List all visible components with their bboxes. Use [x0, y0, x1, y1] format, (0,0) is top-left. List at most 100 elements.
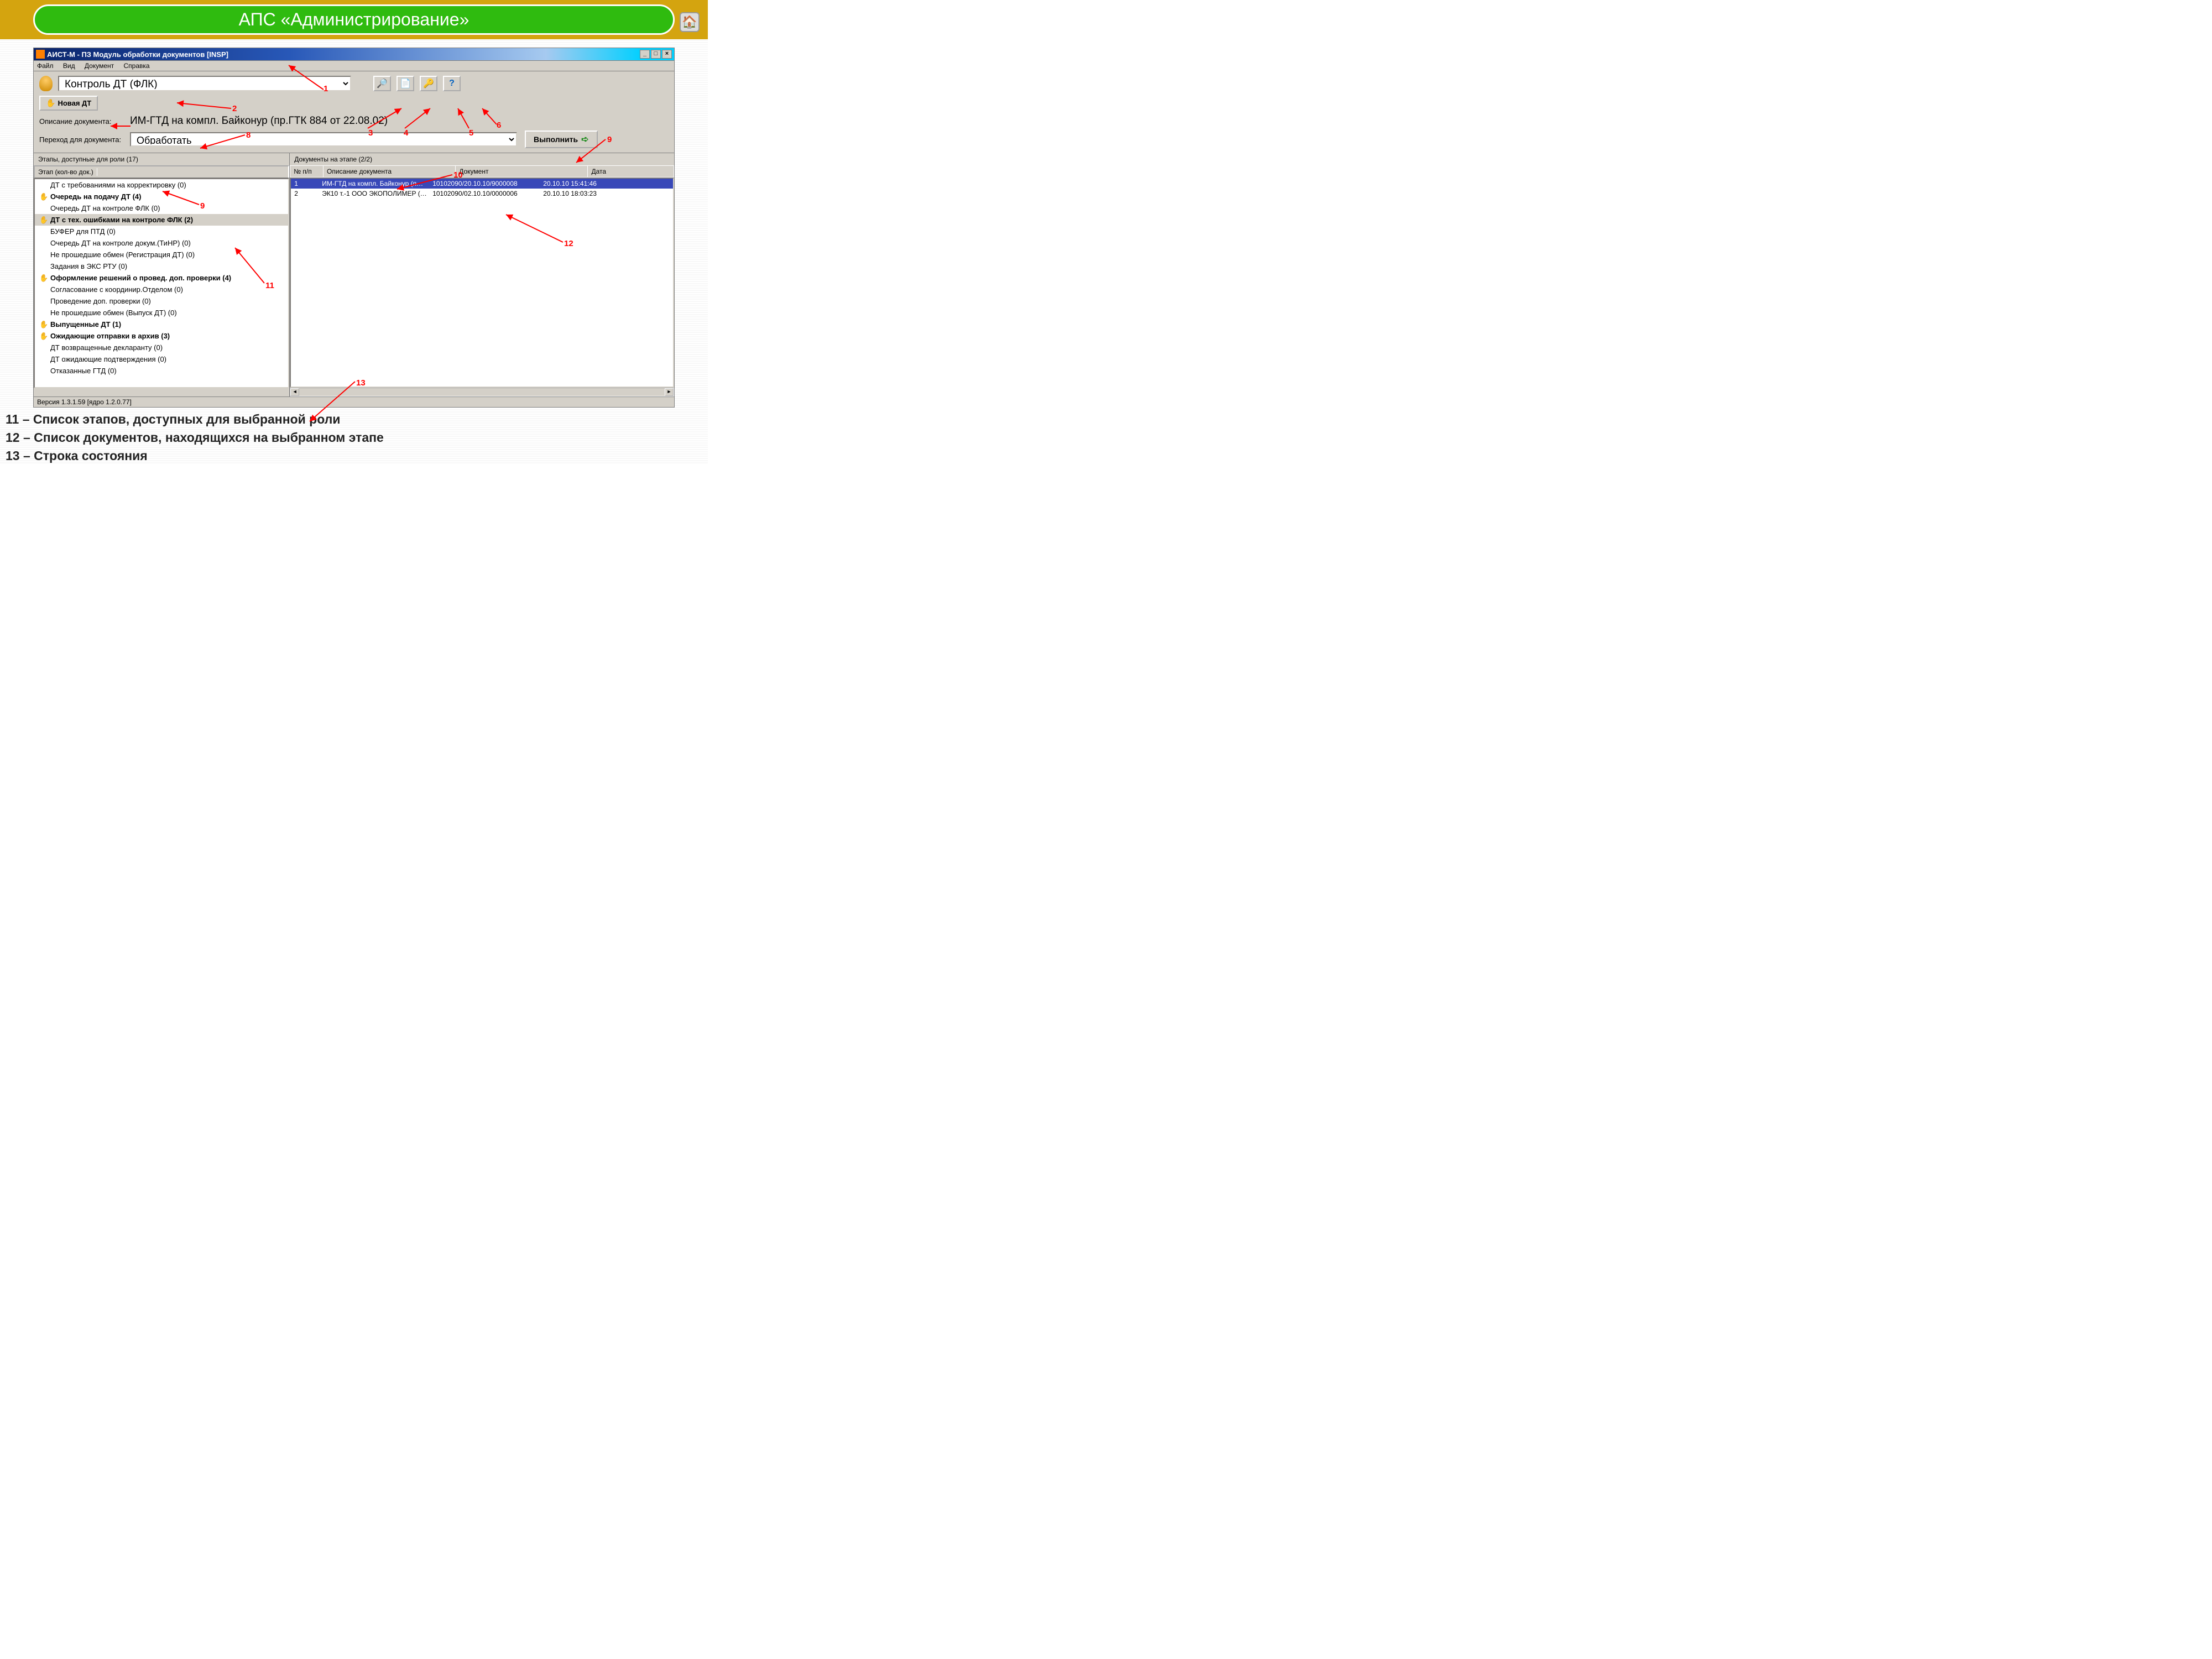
stage-label: БУФЕР для ПТД (0)	[50, 227, 116, 236]
stage-label: Очередь ДТ на контроле ФЛК (0)	[50, 204, 160, 212]
minimize-button[interactable]: _	[640, 50, 650, 59]
table-cell: ЭК10 т.-1 ООО ЭКОПОЛИМЕР (…	[319, 189, 429, 199]
stages-column-header: Этап (кол-во док.)	[34, 165, 289, 178]
app-window: АИСТ-М - ПЗ Модуль обработки документов …	[33, 48, 675, 408]
table-cell: 10102090/20.10.10/9000008	[429, 179, 540, 189]
arrow-right-icon: ➪	[581, 134, 588, 145]
stage-item[interactable]: Не прошедшие обмен (Регистрация ДТ) (0)	[35, 249, 288, 260]
action-label: Переход для документа:	[39, 135, 122, 144]
documents-list[interactable]: 1ИМ-ГТД на компл. Байконур (п…10102090/2…	[290, 178, 674, 388]
stage-item[interactable]: ✋Очередь на подачу ДТ (4)	[35, 191, 288, 202]
stage-label: Не прошедшие обмен (Выпуск ДТ) (0)	[50, 309, 177, 317]
key-button[interactable]: 🔑	[420, 76, 437, 91]
col-document[interactable]: Документ	[456, 166, 588, 178]
stage-item[interactable]: ДТ с требованиями на корректировку (0)	[35, 179, 288, 191]
stages-list[interactable]: ДТ с требованиями на корректировку (0)✋О…	[34, 178, 289, 388]
find-button[interactable]: 🔎	[373, 76, 391, 91]
binoculars-icon: 🔎	[377, 78, 388, 89]
execute-button[interactable]: Выполнить ➪	[525, 131, 598, 148]
stage-item[interactable]: Очередь ДТ на контроле докум.(ТиНР) (0)	[35, 237, 288, 249]
stage-item[interactable]: ✋Оформление решений о провед. доп. прове…	[35, 272, 288, 284]
window-titlebar: АИСТ-М - ПЗ Модуль обработки документов …	[33, 48, 675, 61]
hand-icon: ✋	[39, 332, 48, 341]
home-button[interactable]: 🏠	[680, 12, 700, 32]
stage-label: Ожидающие отправки в архив (3)	[50, 332, 170, 340]
explanation-13: 13 – Строка состояния	[6, 448, 702, 463]
scroll-right-button[interactable]: ►	[665, 388, 674, 396]
menu-help[interactable]: Справка	[124, 62, 150, 70]
stage-item[interactable]: ДТ возвращенные декларанту (0)	[35, 342, 288, 353]
col-date[interactable]: Дата	[588, 166, 674, 178]
hand-icon: ✋	[39, 192, 48, 201]
explanation-12: 12 – Список документов, находящихся на в…	[6, 430, 702, 445]
stage-item[interactable]: ✋Ожидающие отправки в архив (3)	[35, 330, 288, 342]
table-cell: 2	[291, 189, 319, 199]
menu-view[interactable]: Вид	[63, 62, 75, 70]
stage-item[interactable]: Не прошедшие обмен (Выпуск ДТ) (0)	[35, 307, 288, 319]
window-title: АИСТ-М - ПЗ Модуль обработки документов …	[47, 50, 640, 59]
table-cell: ИМ-ГТД на компл. Байконур (п…	[319, 179, 429, 189]
stage-label: Согласование с координир.Отделом (0)	[50, 285, 183, 294]
stage-item[interactable]: Очередь ДТ на контроле ФЛК (0)	[35, 202, 288, 214]
stage-label: Проведение доп. проверки (0)	[50, 297, 151, 305]
hand-icon: ✋	[39, 320, 48, 329]
maximize-button[interactable]: □	[651, 50, 661, 59]
status-bar: Версия 1.3.1.59 [ядро 1.2.0.77]	[33, 397, 675, 408]
documents-panel: Документы на этапе (2/2) № п/п Описание …	[290, 153, 674, 397]
stage-item[interactable]: Задания в ЭКС РТУ (0)	[35, 260, 288, 272]
stage-label: ДТ с тех. ошибками на контроле ФЛК (2)	[50, 216, 193, 224]
stage-label: Задания в ЭКС РТУ (0)	[50, 262, 127, 270]
documents-header: № п/п Описание документа Документ Дата	[290, 165, 674, 178]
help-button[interactable]: ?	[443, 76, 461, 91]
stage-item[interactable]: ДТ ожидающие подтверждения (0)	[35, 353, 288, 365]
stage-item[interactable]: ✋Выпущенные ДТ (1)	[35, 319, 288, 330]
horizontal-scrollbar[interactable]: ◄ ►	[290, 388, 674, 397]
stage-label: ДТ возвращенные декларанту (0)	[50, 343, 163, 352]
app-icon	[36, 50, 45, 59]
document-icon: 📄	[400, 78, 411, 89]
stage-item[interactable]: Проведение доп. проверки (0)	[35, 295, 288, 307]
new-document-button[interactable]: ✋ Новая ДТ	[39, 96, 98, 111]
stage-label: Не прошедшие обмен (Регистрация ДТ) (0)	[50, 251, 195, 259]
stage-label: Отказанные ГТД (0)	[50, 367, 117, 375]
hand-icon: ✋	[46, 98, 55, 108]
stages-panel-title: Этапы, доступные для роли (17)	[34, 153, 289, 165]
menu-bar: Файл Вид Документ Справка	[33, 61, 675, 71]
stage-item[interactable]: БУФЕР для ПТД (0)	[35, 226, 288, 237]
stage-label: ДТ ожидающие подтверждения (0)	[50, 355, 166, 363]
table-cell: 1	[291, 179, 319, 189]
stage-label: ДТ с требованиями на корректировку (0)	[50, 181, 186, 189]
menu-file[interactable]: Файл	[37, 62, 54, 70]
stage-label: Выпущенные ДТ (1)	[50, 320, 121, 328]
slide-title: АПС «Администрирование»	[239, 9, 469, 29]
close-button[interactable]: ×	[662, 50, 672, 59]
scroll-left-button[interactable]: ◄	[290, 388, 299, 396]
table-row[interactable]: 1ИМ-ГТД на компл. Байконур (п…10102090/2…	[291, 179, 673, 189]
stage-item[interactable]: ✋ДТ с тех. ошибками на контроле ФЛК (2)	[35, 214, 288, 226]
stage-label: Очередь на подачу ДТ (4)	[50, 192, 141, 201]
user-icon	[39, 76, 53, 91]
table-cell: 20.10.10 15:41:46	[540, 179, 612, 189]
table-cell: 10102090/02.10.10/0000006	[429, 189, 540, 199]
col-description[interactable]: Описание документа	[323, 166, 455, 178]
explanation-11: 11 – Список этапов, доступных для выбран…	[6, 412, 702, 427]
stage-item[interactable]: Согласование с координир.Отделом (0)	[35, 284, 288, 295]
description-label: Описание документа:	[39, 117, 122, 126]
action-dropdown[interactable]: Обработать	[130, 132, 517, 147]
details-button[interactable]: 📄	[397, 76, 414, 91]
question-icon: ?	[449, 79, 455, 88]
hand-icon: ✋	[39, 216, 48, 225]
role-dropdown[interactable]: Контроль ДТ (ФЛК)	[58, 76, 351, 91]
menu-document[interactable]: Документ	[85, 62, 114, 70]
stage-item[interactable]: Отказанные ГТД (0)	[35, 365, 288, 377]
col-number[interactable]: № п/п	[290, 166, 324, 178]
key-icon: 🔑	[423, 78, 434, 89]
slide-title-banner: АПС «Администрирование»	[33, 4, 675, 35]
table-cell: 20.10.10 18:03:23	[540, 189, 612, 199]
description-value: ИМ-ГТД на компл. Байконур (пр.ГТК 884 от…	[130, 115, 388, 127]
hand-icon: ✋	[39, 274, 48, 283]
table-row[interactable]: 2ЭК10 т.-1 ООО ЭКОПОЛИМЕР (…10102090/02.…	[291, 189, 673, 199]
stages-panel: Этапы, доступные для роли (17) Этап (кол…	[34, 153, 290, 397]
stage-label: Очередь ДТ на контроле докум.(ТиНР) (0)	[50, 239, 191, 247]
toolbar: Контроль ДТ (ФЛК) 🔎 📄 🔑 ? ✋ Новая ДТ Опи…	[33, 71, 675, 153]
